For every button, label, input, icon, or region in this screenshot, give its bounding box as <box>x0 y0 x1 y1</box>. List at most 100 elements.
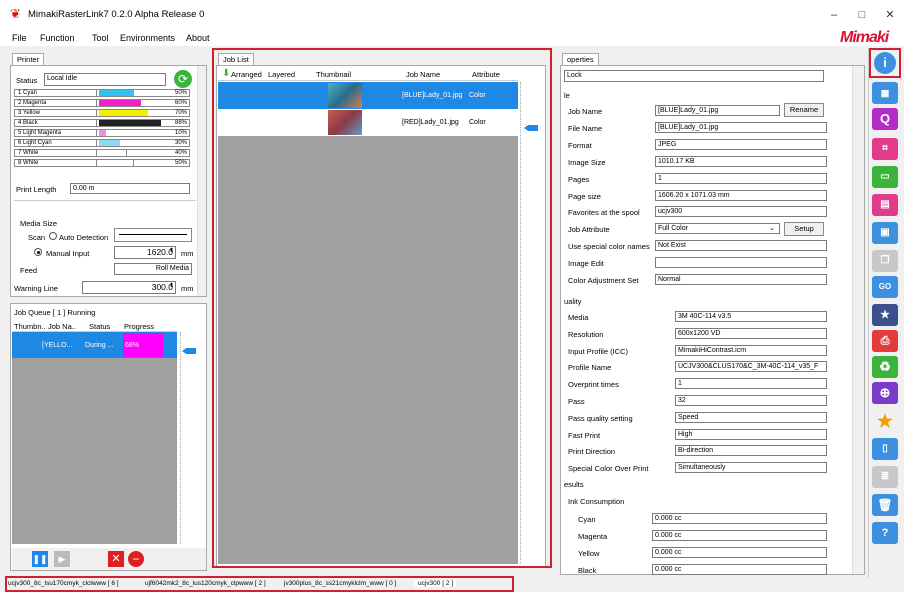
col-status[interactable]: Status <box>89 322 110 331</box>
property-value[interactable]: 32 <box>675 395 827 406</box>
property-value[interactable]: 1 <box>675 378 827 390</box>
property-value[interactable]: ucjv300 <box>655 206 827 218</box>
properties-scrollbar[interactable] <box>852 66 864 574</box>
q-icon[interactable]: Q <box>872 108 898 130</box>
ink-percent: 50% <box>174 90 187 96</box>
property-value[interactable]: Bi-direction <box>675 445 827 457</box>
auto-detection-radio[interactable] <box>49 232 57 240</box>
property-value[interactable]: 0.000 cc <box>652 547 827 558</box>
property-label: Yellow <box>578 549 600 558</box>
color-wheel-icon[interactable]: ⊕ <box>872 382 898 404</box>
property-value[interactable]: Full Color <box>655 223 780 235</box>
warning-line-field[interactable]: 300.0 <box>82 281 176 294</box>
property-value[interactable]: [BLUE]Lady_01.jpg <box>655 121 827 133</box>
play-icon[interactable]: ▶ <box>54 551 70 567</box>
section-results: esults <box>564 480 584 489</box>
spin-icon[interactable]: ⬍ <box>169 282 174 289</box>
property-value[interactable]: MimakiHiContrast.icm <box>675 344 827 356</box>
star-doc-icon[interactable]: ★ <box>872 304 898 326</box>
property-value[interactable]: 600x1200 VD <box>675 327 827 339</box>
property-label: Pages <box>568 174 590 184</box>
title-bar: ❦ MimakiRasterLink7 0.2.0 Alpha Release … <box>0 0 904 32</box>
property-value[interactable]: Not Exist <box>655 240 827 252</box>
split-icon[interactable]: ▤ <box>872 194 898 216</box>
ink-level-bar <box>99 90 134 96</box>
chevron-down-icon[interactable]: ⌄ <box>769 224 775 232</box>
menu-function[interactable]: Function <box>40 33 75 43</box>
favorite-star-icon[interactable]: ★ <box>872 410 898 432</box>
property-label: Use special color names <box>568 242 650 252</box>
pause-icon[interactable]: ❚❚ <box>32 551 48 567</box>
spin-icon[interactable]: ⬍ <box>169 247 174 254</box>
close-button[interactable]: ✕ <box>880 6 900 24</box>
info-icon[interactable]: i <box>874 52 896 74</box>
property-value[interactable]: 0.000 cc <box>652 530 827 541</box>
property-value[interactable]: UCJV300&CLUS170&C_3M-40C-114_v35_F <box>675 361 827 373</box>
menu-environments[interactable]: Environments <box>120 33 175 43</box>
manual-input-field[interactable]: 1620.0 <box>114 246 176 259</box>
stop-icon[interactable]: − <box>128 551 144 567</box>
copy-icon[interactable]: ❐ <box>872 250 898 272</box>
property-label: Input Profile (ICC) <box>568 346 629 356</box>
frame-icon[interactable]: ▭ <box>872 166 898 188</box>
rename-button[interactable]: Rename <box>784 103 824 117</box>
document-icon[interactable]: ▯ <box>872 438 898 460</box>
menu-file[interactable]: File <box>12 33 27 43</box>
ink-level-bar <box>99 160 134 166</box>
ink-row: 6 Light Cyan 30% <box>14 139 190 147</box>
recycle-icon[interactable]: ♻ <box>872 356 898 378</box>
property-value[interactable]: Speed <box>675 411 827 423</box>
printer-tab[interactable]: ucjv300 [ 2 ] <box>415 580 457 587</box>
property-label: Image Edit <box>568 259 604 269</box>
stack-icon[interactable]: ≣ <box>872 466 898 488</box>
go-icon[interactable]: GO <box>872 276 898 298</box>
property-value[interactable]: 3M 40C-114 v3.5 <box>675 311 827 322</box>
ink-name: 3 Yellow <box>15 110 97 116</box>
property-value[interactable]: 1010.17 KB <box>655 155 827 167</box>
tile-icon[interactable]: ▣ <box>872 222 898 244</box>
col-job-name[interactable]: Job Na.. <box>48 322 76 331</box>
property-value[interactable] <box>655 257 827 269</box>
layout-icon[interactable]: ▦ <box>872 82 898 104</box>
manual-input-radio[interactable] <box>34 248 42 256</box>
minimize-button[interactable]: – <box>824 6 844 24</box>
property-value[interactable]: Simultaneously <box>675 462 827 474</box>
col-thumbnail[interactable]: Thumbn.. <box>14 322 46 331</box>
property-value[interactable]: JPEG <box>655 138 827 150</box>
progress-text: 68% <box>125 342 140 349</box>
property-label: File Name <box>568 123 603 133</box>
menu-tool[interactable]: Tool <box>92 33 109 43</box>
refresh-icon[interactable]: ⟳ <box>174 70 192 88</box>
ink-percent: 70% <box>174 110 187 116</box>
menu-about[interactable]: About <box>186 33 210 43</box>
printer-tab[interactable]: ujf6042mk2_8c_lus120cmyk_clpwww [ 2 ] <box>145 580 266 587</box>
ink-row: 8 White 50% <box>14 159 190 167</box>
col-progress[interactable]: Progress <box>124 322 154 331</box>
ink-name: 7 White <box>15 150 97 156</box>
property-value[interactable]: High <box>675 428 827 440</box>
property-value[interactable]: 0.000 cc <box>652 564 827 575</box>
property-value[interactable]: 0.000 cc <box>652 513 827 524</box>
help-icon[interactable]: ? <box>872 522 898 544</box>
tab-printer[interactable]: Printer <box>12 53 45 65</box>
printer-tab[interactable]: ucjv300_8c_lsu170cmyk_clclwww [ 6 ] <box>8 580 119 587</box>
property-value[interactable]: Normal <box>655 274 827 285</box>
print-icon[interactable]: ⎙ <box>872 330 898 352</box>
mimaki-logo: Mimaki <box>840 29 889 46</box>
crop-icon[interactable]: ⌗ <box>872 138 898 160</box>
printer-scrollbar[interactable] <box>197 66 206 296</box>
ink-percent: 30% <box>174 140 187 146</box>
property-value[interactable]: 1606.20 x 1071.03 mm <box>655 189 827 201</box>
queue-row[interactable]: [YELLO... During ... 68% <box>12 332 177 358</box>
cancel-job-icon[interactable]: ✕ <box>108 551 124 567</box>
trash-icon[interactable]: 🗑 <box>872 494 898 516</box>
tab-properties[interactable]: operties <box>562 53 599 65</box>
feed-field[interactable]: Roll Media <box>114 263 192 275</box>
setup-button[interactable]: Setup <box>784 222 824 236</box>
property-value[interactable]: 1 <box>655 172 827 184</box>
maximize-button[interactable]: □ <box>852 6 872 24</box>
printer-tab[interactable]: jv300plus_8c_ss21cmyklclm_www [ 0 ] <box>284 580 396 587</box>
lock-field[interactable]: Lock <box>564 70 824 82</box>
job-queue-title: Job Queue [ 1 ] Running <box>14 308 96 317</box>
property-value[interactable]: [BLUE]Lady_01.jpg <box>655 105 780 116</box>
